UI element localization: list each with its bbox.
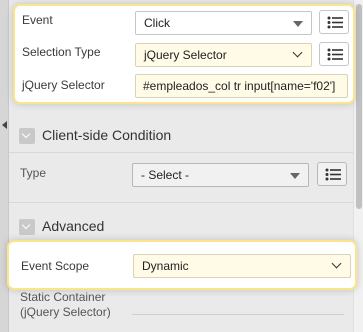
section-divider (9, 152, 353, 153)
selection-type-label: Selection Type (22, 45, 101, 59)
event-scope-value: Dynamic (142, 259, 189, 273)
list-icon (327, 48, 343, 61)
static-container-label: Static Container (jQuery Selector) (20, 290, 111, 319)
event-select[interactable]: Click (135, 11, 312, 35)
chevron-down-icon[interactable] (19, 219, 35, 235)
advanced-header[interactable]: Advanced (19, 218, 169, 240)
selection-type-value: jQuery Selector (144, 48, 227, 62)
caret-down-icon (293, 21, 303, 27)
client-side-condition-title: Client-side Condition (42, 127, 172, 143)
static-container-input[interactable] (132, 314, 344, 315)
event-scope-select[interactable]: Dynamic (133, 254, 351, 278)
selection-type-select[interactable]: jQuery Selector (135, 43, 312, 67)
caret-down-icon (290, 173, 300, 179)
event-select-value: Click (144, 16, 170, 30)
event-scope-label: Event Scope (21, 259, 90, 273)
chevron-down-icon (292, 47, 303, 58)
condition-type-list-button[interactable] (317, 162, 347, 186)
caret-left-icon[interactable] (2, 121, 7, 129)
properties-panel-view: Event Click Selection Type jQuery Select… (0, 0, 363, 332)
event-scope-card: Event Scope Dynamic (7, 240, 357, 290)
event-row: Event Click (15, 6, 353, 38)
section-divider (9, 202, 353, 203)
condition-type-label: Type (20, 166, 47, 180)
chevron-down-icon[interactable] (19, 128, 35, 144)
scrollbar-thumb[interactable] (356, 4, 362, 209)
list-icon (325, 168, 341, 181)
jquery-selector-input[interactable]: #empleados_col tr input[name='f02'] (135, 74, 348, 98)
condition-type-value: - Select - (141, 168, 190, 182)
jquery-selector-label: jQuery Selector (22, 78, 105, 92)
list-icon (327, 16, 343, 29)
selection-type-list-button[interactable] (319, 42, 349, 66)
when-attributes-card: Event Click Selection Type jQuery Select… (13, 4, 355, 104)
selection-type-row: Selection Type jQuery Selector (15, 38, 353, 70)
jquery-selector-row: jQuery Selector #empleados_col tr input[… (15, 70, 353, 102)
condition-type-select[interactable]: - Select - (132, 163, 309, 187)
client-side-condition-header[interactable]: Client-side Condition (19, 127, 269, 149)
event-list-button[interactable] (319, 10, 349, 34)
event-label: Event (22, 13, 53, 27)
chevron-down-icon (331, 258, 342, 269)
jquery-selector-value: #empleados_col tr input[name='f02'] (143, 79, 336, 93)
advanced-title: Advanced (42, 218, 105, 234)
